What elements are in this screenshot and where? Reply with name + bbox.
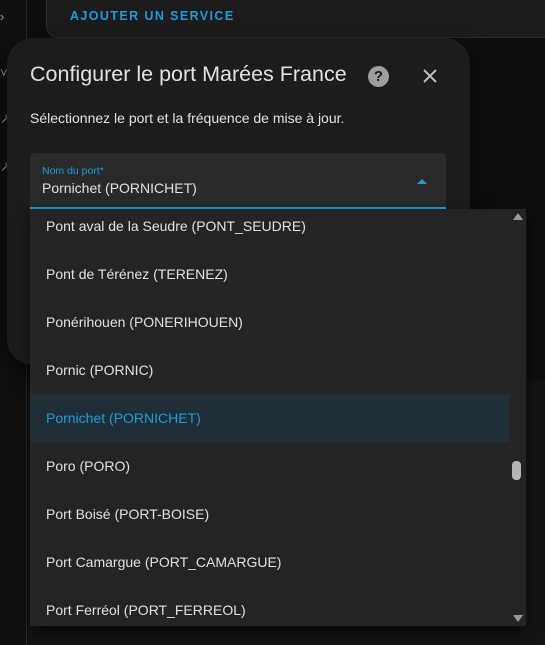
list-item[interactable]: Port Camargue (PORT_CAMARGUE) [30,538,509,586]
scroll-down-arrow-icon[interactable] [513,615,523,622]
list-item[interactable]: Pornic (PORNIC) [30,346,509,394]
scrollbar-thumb[interactable] [512,461,521,480]
help-circle-icon[interactable]: ? [368,66,389,87]
list-item-selected[interactable]: Pornichet (PORNICHET) [30,394,509,442]
port-select[interactable]: Nom du port* Pornichet (PORNICHET) [30,153,446,209]
port-dropdown-list: Pont aval de la Seudre (PONT_SEUDRE) Pon… [30,209,526,626]
scroll-up-arrow-icon[interactable] [513,213,523,220]
close-icon[interactable] [418,64,442,88]
port-select-label: Nom du port* [42,165,104,177]
list-item[interactable]: Port Ferréol (PORT_FERREOL) [30,586,509,626]
chevron-up-icon[interactable] [417,179,427,184]
port-select-value: Pornichet (PORNICHET) [42,180,197,196]
list-item[interactable]: Pont de Térénez (TERENEZ) [30,250,509,298]
add-service-button[interactable]: AJOUTER UN SERVICE [70,9,235,23]
list-item[interactable]: Pont aval de la Seudre (PONT_SEUDRE) [30,209,509,250]
list-item[interactable]: Ponérihouen (PONERIHOUEN) [30,298,509,346]
dialog-description: Sélectionnez le port et la fréquence de … [30,110,345,126]
list-item[interactable]: Poro (PORO) [30,442,509,490]
chevron-right-icon: › [0,9,5,24]
dropdown-scrollbar[interactable] [509,209,526,626]
dialog-title: Configurer le port Marées France [30,62,347,86]
list-item[interactable]: Port Boisé (PORT-BOISE) [30,490,509,538]
